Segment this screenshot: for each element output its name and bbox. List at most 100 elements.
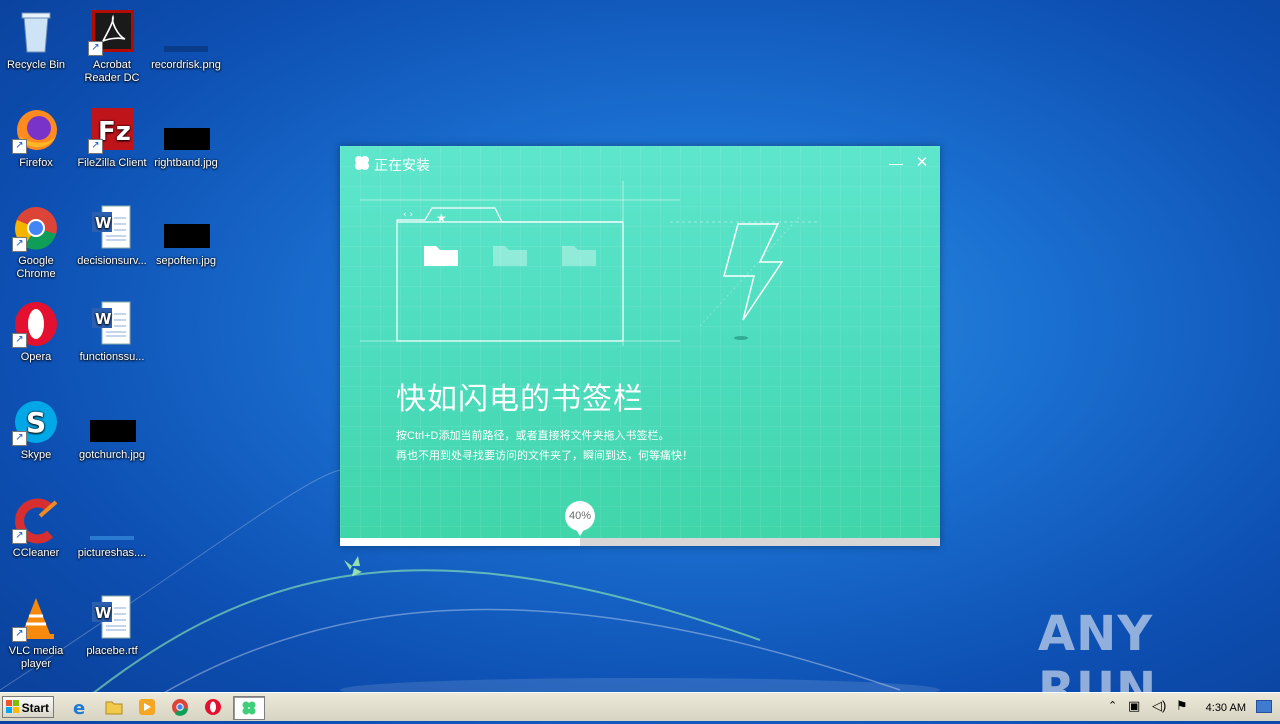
word-document-icon: W [88,594,136,642]
desktop-icon-sepoften[interactable]: sepoften.jpg [148,204,224,268]
installer-app-icon [242,701,256,715]
icon-label: functionssu... [79,351,145,363]
tray-expand-icon[interactable]: ⌃ [1108,699,1117,712]
shortcut-arrow-icon: ↗ [12,529,27,544]
icon-label: Firefox [19,157,53,169]
skype-icon: S ↗ [12,398,60,446]
svg-text:‹ ›: ‹ › [403,210,413,220]
progress-percent-bubble: 40% [565,501,595,536]
shortcut-arrow-icon: ↗ [88,41,103,56]
icon-label: Skype [20,449,52,461]
desktop-icon-vlc[interactable]: ↗ VLC media player [0,594,74,671]
headline: 快如闪电的书签栏 [396,383,644,416]
desktop-icon-decisionsurv[interactable]: W decisionsurv... [74,204,150,268]
icon-label: Opera [20,351,52,363]
icon-label: pictureshas.... [77,547,147,559]
svg-text:S: S [26,406,46,439]
desktop-icon-gotchurch[interactable]: gotchurch.jpg [74,398,150,462]
bookmark-illustration: ‹ › ★ [360,181,820,346]
svg-text:e: e [73,698,85,718]
show-desktop-icon[interactable] [1256,700,1272,713]
desktop-icon-pictureshas[interactable]: pictureshas.... [74,496,150,560]
icon-label: sepoften.jpg [156,255,216,267]
desktop-icon-filezilla[interactable]: Fz ↗ FileZilla Client [74,106,150,170]
clover-logo-icon [355,156,369,170]
desktop-icon-acrobat[interactable]: ↗ Acrobat Reader DC [74,8,150,85]
desktop-icon-placebe[interactable]: W placebe.rtf [74,594,150,658]
desktop-icon-skype[interactable]: S ↗ Skype [0,398,74,462]
progress-bar [340,538,940,546]
shortcut-arrow-icon: ↗ [12,431,27,446]
taskbar-explorer[interactable] [101,696,127,718]
icon-label: CCleaner [12,547,60,559]
word-document-icon: W [88,300,136,348]
media-player-icon [139,699,155,715]
filezilla-icon: Fz ↗ [88,106,136,154]
taskbar-media-player[interactable] [134,696,160,718]
icon-label: placebe.rtf [86,645,138,657]
icon-label: Acrobat Reader DC [84,59,140,84]
system-tray: ⌃ ▣ ◁) ⚑ 4:30 AM [1104,695,1280,719]
clock[interactable]: 4:30 AM [1206,702,1246,714]
close-button[interactable]: ✕ [911,152,933,174]
shortcut-arrow-icon: ↗ [12,139,27,154]
shortcut-arrow-icon: ↗ [12,627,27,642]
explorer-icon [105,701,123,715]
taskbar-ie[interactable]: e [68,696,94,719]
ie-icon: e [73,698,85,719]
desktop-icon-recycle-bin[interactable]: Recycle Bin [0,8,74,72]
icon-label: VLC media player [8,645,64,670]
desktop-icon-firefox[interactable]: ↗ Firefox [0,106,74,170]
image-file-icon [88,496,136,544]
icon-label: gotchurch.jpg [78,449,146,461]
icon-label: Recycle Bin [6,59,66,71]
desktop-icon-recordrisk[interactable]: recordrisk.png [148,8,224,72]
taskbar: Start e ⌃ ▣ ◁) ⚑ 4:30 AM [0,692,1280,721]
window-title: 正在安装 [374,157,430,173]
image-file-icon [162,106,210,154]
description-line-1: 按Ctrl+D添加当前路径，或者直接将文件夹拖入书签栏。 [396,430,670,442]
shortcut-arrow-icon: ↗ [12,237,27,252]
image-file-icon [88,398,136,446]
desktop-icon-rightband[interactable]: rightband.jpg [148,106,224,170]
svg-text:W: W [95,214,112,232]
image-file-icon [162,204,210,252]
word-document-icon: W [88,204,136,252]
taskbar-installer[interactable] [233,696,265,720]
chrome-icon: ↗ [12,204,60,252]
taskbar-chrome[interactable] [167,696,193,718]
desktop-icon-chrome[interactable]: ↗ Google Chrome [0,204,74,281]
ccleaner-icon: ↗ [12,496,60,544]
desktop-icon-functionssu[interactable]: W functionssu... [74,300,150,364]
icon-label: FileZilla Client [77,157,147,169]
action-center-flag-icon[interactable]: ⚑ [1176,698,1188,714]
windows-flag-icon [6,700,19,713]
network-icon[interactable]: ▣ [1128,698,1140,714]
opera-icon [205,699,221,715]
start-label: Start [21,701,49,715]
description-line-2: 再也不用到处寻找要访问的文件夹了，瞬间到达，何等痛快！ [396,450,693,462]
icon-label: recordrisk.png [151,59,221,71]
recycle-bin-icon [12,8,60,56]
firefox-icon: ↗ [12,106,60,154]
shortcut-arrow-icon: ↗ [12,333,27,348]
icon-label: Google Chrome [16,255,56,280]
image-file-icon [162,8,210,56]
volume-icon[interactable]: ◁) [1152,698,1166,714]
installer-window: 正在安装 — ✕ ‹ › ★ 快如闪电的书签栏 按Ctrl+D添加当前路径，或者… [340,146,940,546]
icon-label: decisionsurv... [77,255,147,267]
progress-bar-fill [340,538,580,546]
start-button[interactable]: Start [2,696,54,718]
vlc-cone-icon: ↗ [12,594,60,642]
desktop-icon-ccleaner[interactable]: ↗ CCleaner [0,496,74,560]
minimize-button[interactable]: — [885,152,907,174]
icon-label: rightband.jpg [154,157,218,169]
svg-text:W: W [95,310,112,328]
chrome-icon [172,699,188,716]
svg-text:W: W [95,604,112,622]
opera-icon: ↗ [12,300,60,348]
desktop-icon-opera[interactable]: ↗ Opera [0,300,74,364]
shortcut-arrow-icon: ↗ [88,139,103,154]
svg-text:★: ★ [436,211,447,225]
taskbar-opera[interactable] [200,696,226,718]
